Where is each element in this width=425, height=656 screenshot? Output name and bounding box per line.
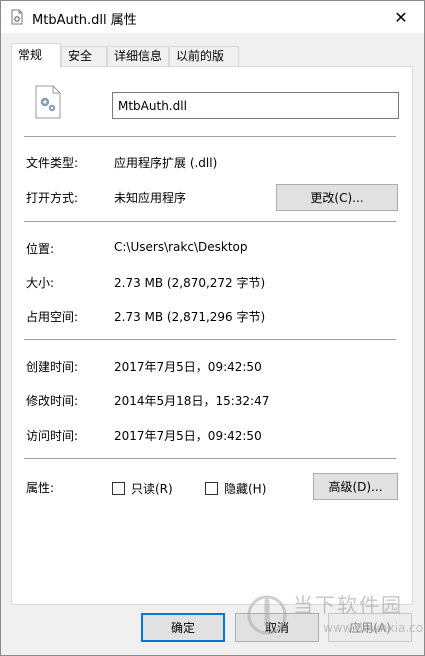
file-name-input[interactable] — [112, 92, 399, 119]
close-icon: ✕ — [394, 7, 408, 27]
created-label: 创建时间: — [26, 360, 79, 374]
checkbox-box[interactable] — [112, 482, 125, 495]
window-title: MtbAuth.dll 属性 — [32, 13, 137, 28]
dll-file-gear-icon — [35, 85, 61, 119]
size-label: 大小: — [26, 276, 55, 290]
separator — [24, 221, 396, 222]
watermark-logo-icon — [247, 595, 287, 635]
size-on-disk-label: 占用空间: — [26, 310, 79, 324]
opens-with-value: 未知应用程序 — [114, 191, 187, 205]
created-value: 2017年7月5日，09:42:50 — [114, 360, 262, 374]
separator — [24, 458, 396, 459]
file-type-value: 应用程序扩展 (.dll) — [114, 156, 218, 170]
properties-dialog: MtbAuth.dll 属性 ✕ 常规 安全 详细信息 以前的版本 文件类型: … — [0, 0, 425, 656]
location-label: 位置: — [26, 242, 55, 256]
separator — [24, 136, 396, 137]
general-panel: 文件类型: 应用程序扩展 (.dll) 打开方式: 未知应用程序 更改(C)..… — [11, 66, 413, 605]
tab-general[interactable]: 常规 — [11, 43, 61, 68]
location-value: C:\Users\rakc\Desktop — [114, 240, 248, 254]
watermark: 当下软件园 www.downxia.com — [245, 587, 425, 647]
opens-with-label: 打开方式: — [26, 191, 79, 205]
close-button[interactable]: ✕ — [378, 1, 424, 33]
readonly-label: 只读(R) — [131, 482, 173, 496]
accessed-label: 访问时间: — [26, 429, 79, 443]
modified-value: 2014年5月18日，15:32:47 — [114, 394, 270, 408]
tab-bar: 常规 安全 详细信息 以前的版本 — [11, 43, 411, 82]
modified-label: 修改时间: — [26, 394, 79, 408]
attributes-label: 属性: — [26, 481, 55, 495]
watermark-url: www.downxia.com — [323, 621, 425, 635]
change-button[interactable]: 更改(C)... — [276, 184, 398, 211]
tab-security[interactable]: 安全 — [61, 46, 107, 67]
size-on-disk-value: 2.73 MB (2,871,296 字节) — [114, 310, 266, 324]
checkbox-box[interactable] — [205, 482, 218, 495]
watermark-brand: 当下软件园 — [293, 593, 403, 617]
advanced-button[interactable]: 高级(D)... — [313, 473, 398, 500]
dll-file-icon — [11, 9, 23, 25]
tab-details[interactable]: 详细信息 — [107, 46, 169, 67]
title-bar[interactable]: MtbAuth.dll 属性 ✕ — [1, 1, 424, 33]
readonly-checkbox[interactable]: 只读(R) — [112, 480, 173, 497]
separator — [24, 339, 396, 340]
size-value: 2.73 MB (2,870,272 字节) — [114, 276, 266, 290]
accessed-value: 2017年7月5日，09:42:50 — [114, 429, 262, 443]
ok-button[interactable]: 确定 — [141, 613, 225, 642]
hidden-label: 隐藏(H) — [224, 482, 267, 496]
hidden-checkbox[interactable]: 隐藏(H) — [205, 480, 266, 497]
file-type-label: 文件类型: — [26, 156, 79, 170]
tab-previous-versions[interactable]: 以前的版本 — [169, 46, 239, 82]
